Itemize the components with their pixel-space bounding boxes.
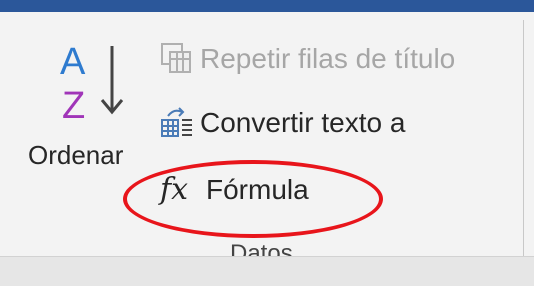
formula-highlight-ellipse	[123, 160, 383, 238]
repeat-header-rows-button[interactable]: Repetir filas de título	[160, 42, 455, 76]
sort-button[interactable]: A Z Ordenar	[28, 40, 140, 190]
convert-to-text-label: Convertir texto a	[200, 107, 406, 138]
sort-az-icon: A Z	[60, 41, 124, 122]
title-bar	[0, 0, 534, 12]
ribbon-group-data: A Z Ordenar Repetir filas de título Conv…	[0, 12, 534, 267]
ribbon-bottom-edge	[0, 256, 534, 286]
convert-to-text-button[interactable]: Convertir texto a	[160, 106, 405, 140]
ribbon-screenshot: A Z Ordenar Repetir filas de título Conv…	[0, 0, 534, 286]
sort-label: Ordenar	[28, 140, 124, 170]
repeat-header-rows-icon	[161, 43, 191, 73]
sort-letter-a: A	[60, 41, 86, 83]
convert-to-text-icon	[161, 107, 192, 137]
repeat-header-rows-label: Repetir filas de título	[200, 43, 456, 74]
sort-letter-z: Z	[62, 85, 85, 122]
group-separator	[523, 20, 524, 256]
